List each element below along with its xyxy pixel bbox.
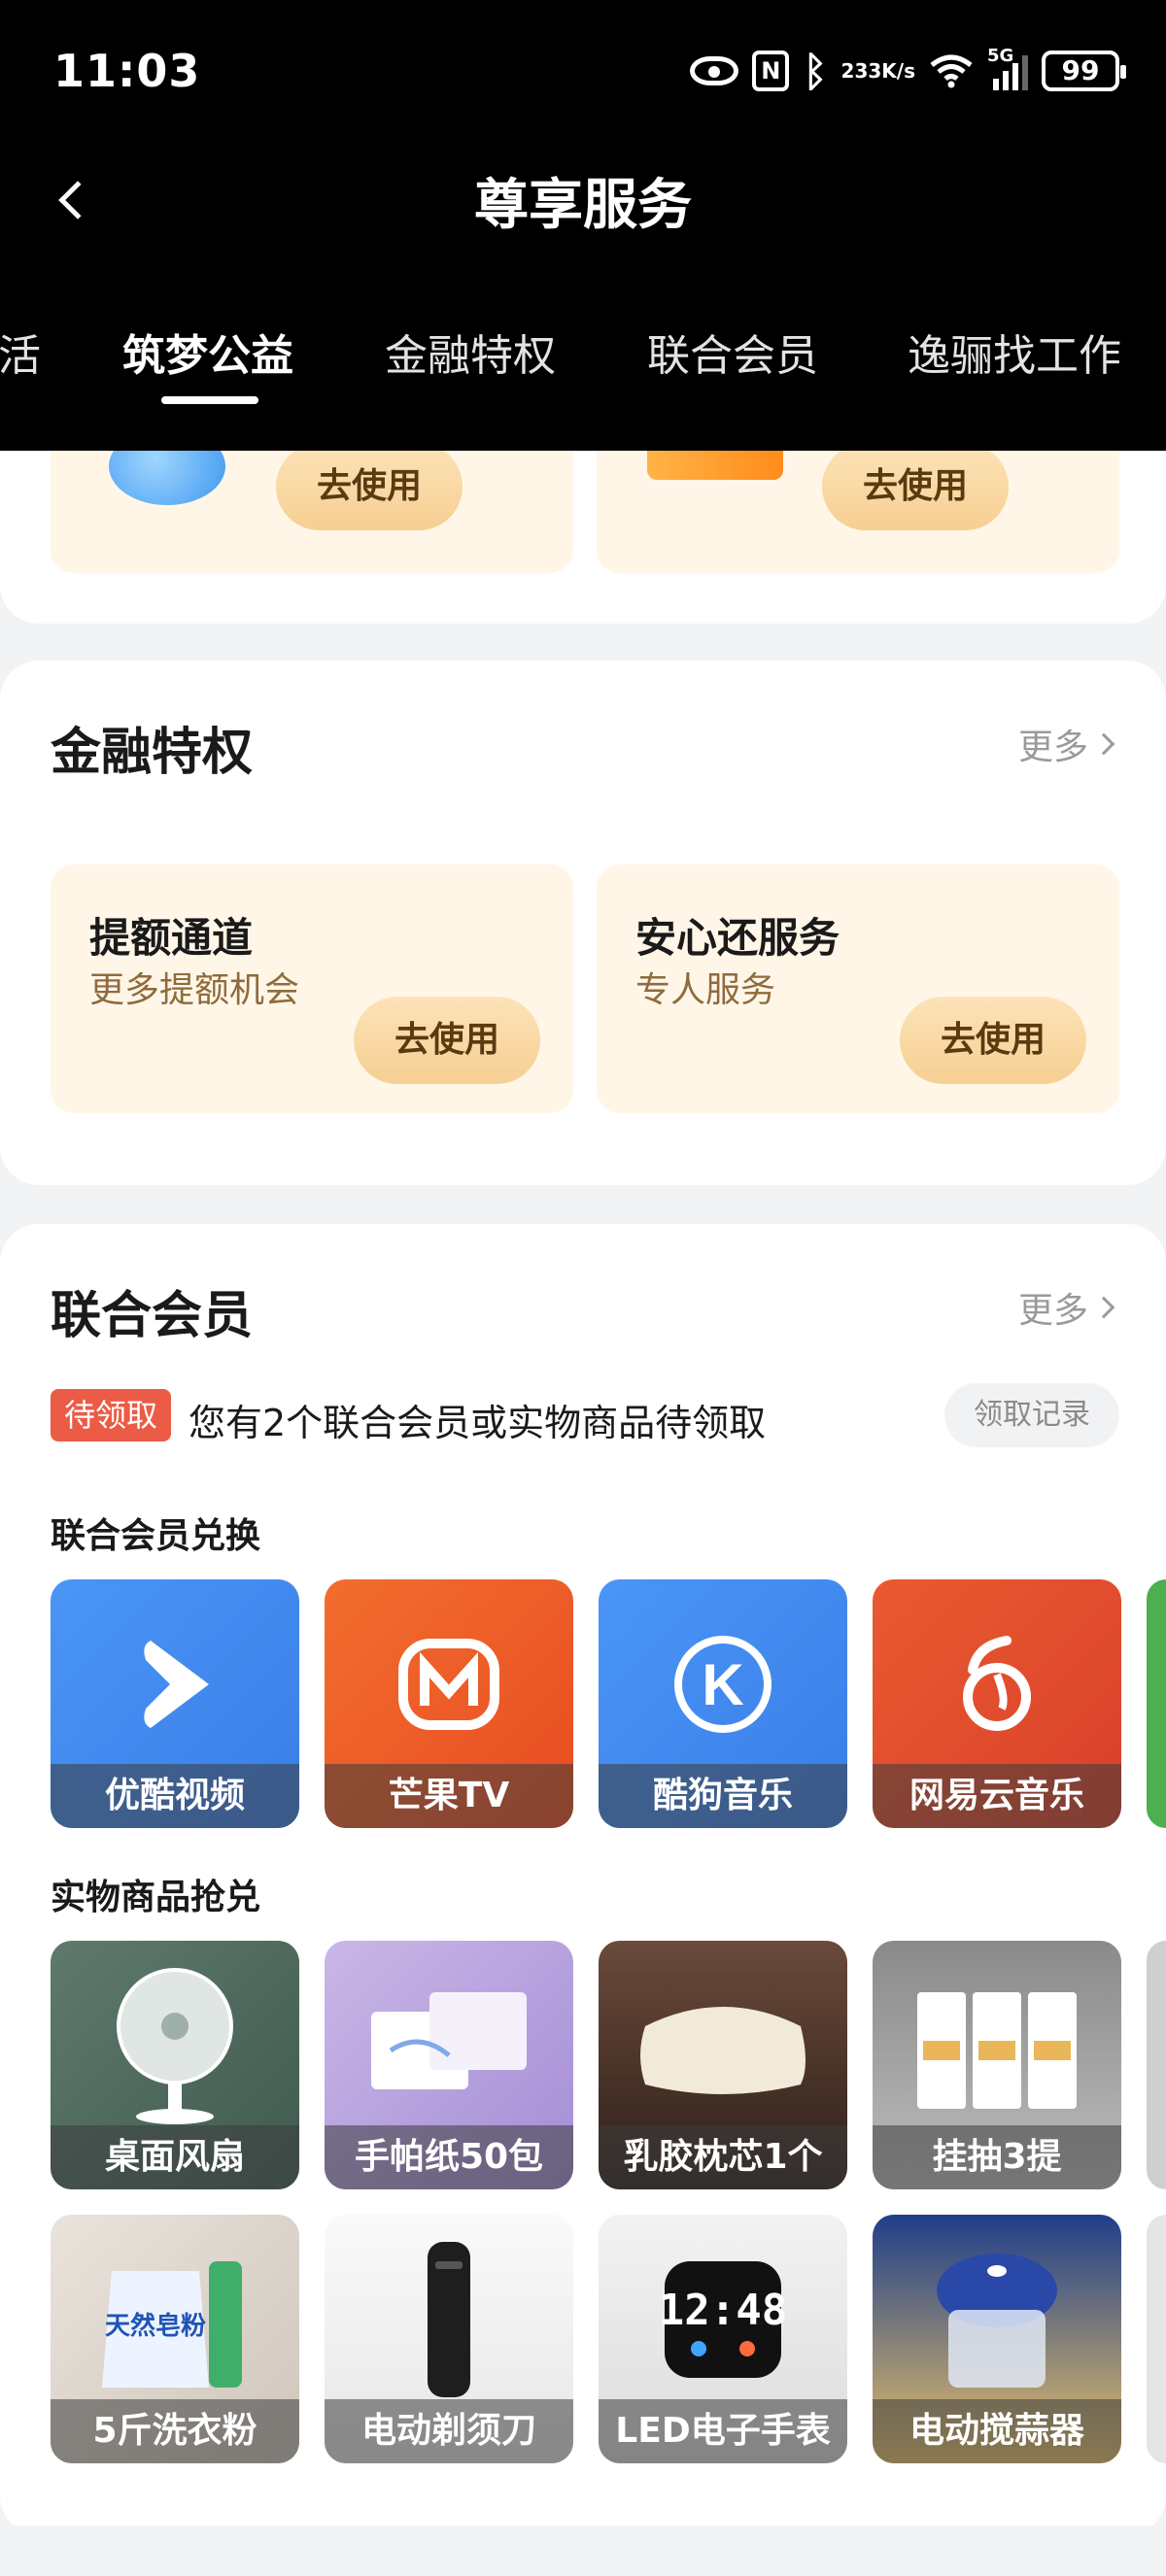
pillow-icon <box>640 2006 806 2094</box>
netease-music-icon <box>963 1635 1031 1731</box>
tab-finance[interactable]: 金融特权 <box>385 321 556 383</box>
app-header: 11:03 N ᛒ 233 K/s 5G 99 尊享服务 活 筑梦公益 金融特权… <box>0 0 1166 451</box>
led-watch-icon: 12:48 <box>659 2260 787 2378</box>
service-name: 安心还服务 <box>635 914 840 962</box>
tab-jobs[interactable]: 逸骊找工作 <box>908 321 1121 383</box>
more-link[interactable]: 更多 <box>1018 1282 1115 1333</box>
exchange-title: 联合会员兑换 <box>51 1516 261 1556</box>
goods-item[interactable]: 乳胶枕芯1个 <box>599 1941 847 2189</box>
goods-item[interactable]: 挂抽3提 <box>873 1941 1121 2189</box>
more-link[interactable]: 更多 <box>1018 719 1115 769</box>
active-tab-indicator <box>161 396 258 404</box>
nav-bar: 尊享服务 <box>0 146 1166 253</box>
goods-item-partial[interactable] <box>1147 2215 1166 2463</box>
service-desc: 专人服务 <box>635 970 776 1010</box>
status-icons: N ᛒ 233 K/s 5G 99 <box>690 46 1126 95</box>
use-button[interactable]: 去使用 <box>276 443 463 530</box>
service-name: 提额通道 <box>89 914 254 962</box>
exchange-item-youku[interactable]: 优酷视频 <box>51 1579 299 1828</box>
exchange-item-kugou[interactable]: K 酷狗音乐 <box>599 1579 847 1828</box>
section-title: 联合会员 <box>51 1287 254 1345</box>
chevron-right-icon <box>1092 1296 1115 1319</box>
shaver-icon <box>428 2241 470 2397</box>
page-title: 尊享服务 <box>474 174 692 237</box>
wifi-icon <box>929 53 974 88</box>
service-tile[interactable]: 提额通道 更多提额机会 去使用 <box>51 864 573 1113</box>
nfc-icon: N <box>752 51 790 91</box>
tab-membership[interactable]: 联合会员 <box>647 321 818 383</box>
goods-item[interactable]: 天然皂粉 5斤洗衣粉 <box>51 2215 299 2463</box>
finance-card: 金融特权 更多 提额通道 更多提额机会 去使用 安心还服务 专人服务 去使用 <box>0 661 1166 1185</box>
status-time: 11:03 <box>53 45 201 97</box>
goods-item[interactable]: 12:48 LED电子手表 <box>599 2215 847 2463</box>
goods-item-partial[interactable] <box>1147 1941 1166 2189</box>
youku-icon <box>144 1640 209 1728</box>
claim-records-button[interactable]: 领取记录 <box>944 1383 1119 1447</box>
goods-item[interactable]: 电动搅蒜器 <box>873 2215 1121 2463</box>
tab-charity[interactable]: 筑梦公益 <box>122 321 293 383</box>
section-title: 金融特权 <box>51 724 254 782</box>
tissue-pack-icon <box>371 1991 527 2089</box>
svg-text:K: K <box>702 1652 743 1717</box>
exchange-item-partial[interactable] <box>1147 1579 1166 1828</box>
bluetooth-icon: ᛒ <box>803 47 828 95</box>
tab-life[interactable]: 活 <box>0 321 41 383</box>
pending-badge: 待领取 <box>51 1389 172 1441</box>
pending-text: 您有2个联合会员或实物商品待领取 <box>189 1402 767 1444</box>
membership-card: 联合会员 更多 待领取 您有2个联合会员或实物商品待领取 领取记录 联合会员兑换… <box>0 1224 1166 2535</box>
detergent-icon: 天然皂粉 <box>102 2260 242 2388</box>
goods-item[interactable]: 电动剃须刀 <box>325 2215 573 2463</box>
network-speed: 233 K/s <box>840 59 915 83</box>
kugou-icon: K <box>674 1635 772 1733</box>
use-button[interactable]: 去使用 <box>822 443 1009 530</box>
chevron-right-icon <box>1092 732 1115 756</box>
cellular-signal-icon: 5G <box>987 46 1028 90</box>
use-button[interactable]: 去使用 <box>900 997 1086 1084</box>
status-bar: 11:03 N ᛒ 233 K/s 5G 99 <box>0 0 1166 146</box>
eye-icon <box>690 56 739 85</box>
hanging-tissue-icon <box>917 1991 1077 2109</box>
exchange-item-netease-music[interactable]: 网易云音乐 <box>873 1579 1121 1828</box>
use-button[interactable]: 去使用 <box>354 997 540 1084</box>
tab-bar: 活 筑梦公益 金融特权 联合会员 逸骊找工作 <box>0 291 1166 408</box>
goods-item[interactable]: 手帕纸50包 <box>325 1941 573 2189</box>
service-desc: 更多提额机会 <box>89 970 300 1010</box>
desk-fan-icon <box>117 1967 233 2124</box>
goods-title: 实物商品抢兑 <box>51 1878 261 1917</box>
bottom-spacer <box>0 2525 1166 2576</box>
battery-icon: 99 <box>1042 51 1126 91</box>
goods-item[interactable]: 桌面风扇 <box>51 1941 299 2189</box>
svg-text:天然皂粉: 天然皂粉 <box>105 2311 206 2340</box>
exchange-item-mango-tv[interactable]: 芒果TV <box>325 1579 573 1828</box>
garlic-chopper-icon <box>937 2253 1057 2388</box>
mango-tv-icon <box>398 1638 499 1730</box>
service-tile[interactable]: 安心还服务 专人服务 去使用 <box>597 864 1119 1113</box>
svg-text:12:48: 12:48 <box>659 2286 787 2335</box>
